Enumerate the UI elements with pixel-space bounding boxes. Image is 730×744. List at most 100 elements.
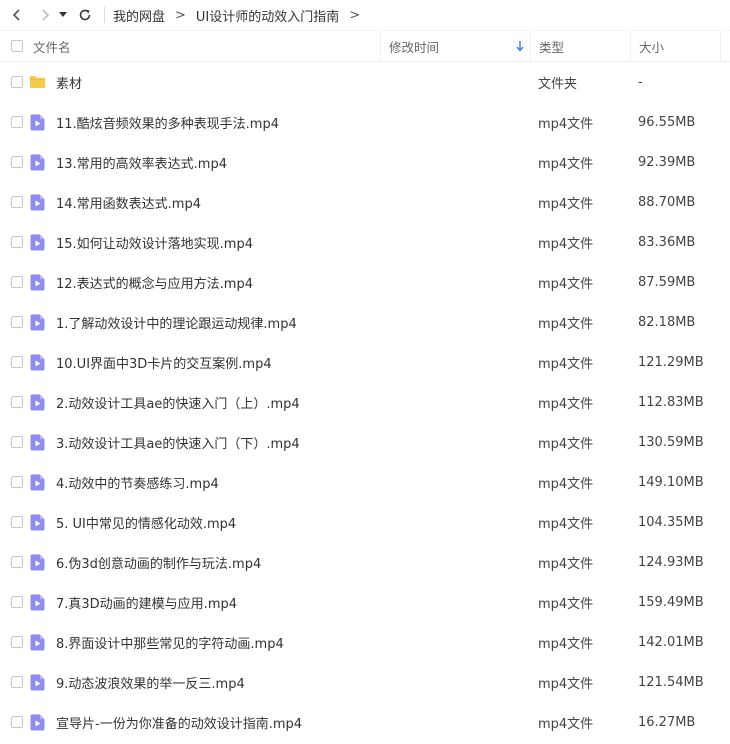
row-checkbox[interactable] [10, 636, 23, 648]
file-name-cell[interactable]: 13.常用的高效率表达式.mp4 [30, 153, 530, 172]
row-checkbox[interactable] [10, 236, 23, 248]
file-name-cell[interactable]: 素材 [29, 73, 530, 92]
file-row[interactable]: 素材 文件夹 - [0, 62, 730, 102]
breadcrumb: 我的网盘 > UI设计师的动效入门指南 > [113, 6, 360, 25]
file-name[interactable]: 11.酷炫音频效果的多种表现手法.mp4 [56, 113, 279, 132]
file-name[interactable]: 15.如何让动效设计落地实现.mp4 [56, 233, 253, 252]
refresh-button[interactable] [74, 4, 96, 26]
column-header-spacer [720, 31, 730, 61]
column-header-size[interactable]: 大小 [630, 31, 720, 61]
row-checkbox[interactable] [10, 596, 23, 608]
file-name-cell[interactable]: 14.常用函数表达式.mp4 [30, 193, 530, 212]
file-size: 159.49MB [638, 594, 704, 610]
file-size: 124.93MB [638, 554, 704, 570]
file-name-cell[interactable]: 2.动效设计工具ae的快速入门（上）.mp4 [30, 393, 530, 412]
file-name[interactable]: 6.伪3d创意动画的制作与玩法.mp4 [56, 553, 261, 572]
row-checkbox[interactable] [10, 716, 23, 728]
file-name[interactable]: 1.了解动效设计中的理论跟运动规律.mp4 [56, 313, 297, 332]
history-dropdown-button[interactable] [56, 4, 70, 26]
file-name[interactable]: 13.常用的高效率表达式.mp4 [56, 153, 227, 172]
file-name[interactable]: 2.动效设计工具ae的快速入门（上）.mp4 [56, 393, 300, 412]
column-header-name[interactable]: 文件名 [33, 37, 380, 56]
sort-down-arrow-icon [516, 41, 524, 52]
row-checkbox[interactable] [10, 356, 23, 368]
row-checkbox[interactable] [10, 476, 23, 488]
file-name[interactable]: 4.动效中的节奏感练习.mp4 [56, 473, 219, 492]
file-row[interactable]: 14.常用函数表达式.mp4 mp4文件 88.70MB [0, 182, 730, 222]
file-name-cell[interactable]: 15.如何让动效设计落地实现.mp4 [30, 233, 530, 252]
file-type: mp4文件 [538, 436, 594, 452]
file-name[interactable]: 素材 [56, 73, 82, 92]
file-name-cell[interactable]: 5. UI中常见的情感化动效.mp4 [30, 513, 530, 532]
file-size: 149.10MB [638, 474, 704, 490]
file-row[interactable]: 6.伪3d创意动画的制作与玩法.mp4 mp4文件 124.93MB [0, 542, 730, 582]
back-button[interactable] [6, 4, 28, 26]
file-size: 83.36MB [638, 234, 696, 250]
select-all-checkbox-wrap [0, 40, 33, 52]
row-checkbox[interactable] [10, 116, 23, 128]
file-size: 104.35MB [638, 514, 704, 530]
file-row[interactable]: 4.动效中的节奏感练习.mp4 mp4文件 149.10MB [0, 462, 730, 502]
file-row[interactable]: 2.动效设计工具ae的快速入门（上）.mp4 mp4文件 112.83MB [0, 382, 730, 422]
file-row[interactable]: 宣导片-一份为你准备的动效设计指南.mp4 mp4文件 16.27MB [0, 702, 730, 742]
file-size: 82.18MB [638, 314, 696, 330]
file-name[interactable]: 10.UI界面中3D卡片的交互案例.mp4 [56, 353, 272, 372]
file-type: mp4文件 [538, 276, 594, 292]
row-checkbox[interactable] [10, 316, 23, 328]
file-row[interactable]: 3.动效设计工具ae的快速入门（下）.mp4 mp4文件 130.59MB [0, 422, 730, 462]
file-row[interactable]: 7.真3D动画的建模与应用.mp4 mp4文件 159.49MB [0, 582, 730, 622]
file-name[interactable]: 14.常用函数表达式.mp4 [56, 193, 201, 212]
file-type: mp4文件 [538, 676, 594, 692]
file-size: 121.54MB [638, 674, 704, 690]
row-checkbox[interactable] [10, 276, 23, 288]
file-row[interactable]: 15.如何让动效设计落地实现.mp4 mp4文件 83.36MB [0, 222, 730, 262]
row-checkbox[interactable] [10, 556, 23, 568]
video-file-icon [29, 354, 46, 371]
breadcrumb-item-root[interactable]: 我的网盘 [113, 6, 165, 25]
file-name-cell[interactable]: 1.了解动效设计中的理论跟运动规律.mp4 [30, 313, 530, 332]
select-all-checkbox[interactable] [10, 40, 23, 52]
file-name[interactable]: 5. UI中常见的情感化动效.mp4 [56, 513, 236, 532]
file-row[interactable]: 11.酷炫音频效果的多种表现手法.mp4 mp4文件 96.55MB [0, 102, 730, 142]
file-name[interactable]: 8.界面设计中那些常见的字符动画.mp4 [56, 633, 284, 652]
file-name-cell[interactable]: 11.酷炫音频效果的多种表现手法.mp4 [30, 113, 530, 132]
file-name-cell[interactable]: 12.表达式的概念与应用方法.mp4 [30, 273, 530, 292]
forward-button[interactable] [34, 4, 56, 26]
file-type: mp4文件 [538, 396, 594, 412]
file-row[interactable]: 13.常用的高效率表达式.mp4 mp4文件 92.39MB [0, 142, 730, 182]
row-checkbox[interactable] [10, 676, 23, 688]
file-name-cell[interactable]: 4.动效中的节奏感练习.mp4 [30, 473, 530, 492]
row-checkbox[interactable] [10, 516, 23, 528]
file-row[interactable]: 9.动态波浪效果的举一反三.mp4 mp4文件 121.54MB [0, 662, 730, 702]
file-row[interactable]: 10.UI界面中3D卡片的交互案例.mp4 mp4文件 121.29MB [0, 342, 730, 382]
column-header-modified-time[interactable]: 修改时间 [380, 31, 530, 61]
file-name-cell[interactable]: 10.UI界面中3D卡片的交互案例.mp4 [30, 353, 530, 372]
file-list-header: 文件名 修改时间 类型 大小 [0, 30, 730, 62]
file-name-cell[interactable]: 3.动效设计工具ae的快速入门（下）.mp4 [30, 433, 530, 452]
file-name[interactable]: 9.动态波浪效果的举一反三.mp4 [56, 673, 245, 692]
file-size: 88.70MB [638, 194, 696, 210]
column-header-type[interactable]: 类型 [530, 31, 630, 61]
row-checkbox[interactable] [10, 396, 23, 408]
video-file-icon [29, 674, 46, 691]
file-list: 素材 文件夹 - 11.酷炫音频效果的多种表现手法.mp4 mp4文件 96.55MB 13… [0, 62, 730, 742]
breadcrumb-item-current[interactable]: UI设计师的动效入门指南 [196, 6, 339, 25]
row-checkbox[interactable] [10, 76, 23, 88]
file-row[interactable]: 12.表达式的概念与应用方法.mp4 mp4文件 87.59MB [0, 262, 730, 302]
row-checkbox[interactable] [10, 436, 23, 448]
row-checkbox[interactable] [10, 196, 23, 208]
file-row[interactable]: 1.了解动效设计中的理论跟运动规律.mp4 mp4文件 82.18MB [0, 302, 730, 342]
file-type: mp4文件 [538, 636, 594, 652]
file-name-cell[interactable]: 6.伪3d创意动画的制作与玩法.mp4 [30, 553, 530, 572]
file-name-cell[interactable]: 9.动态波浪效果的举一反三.mp4 [30, 673, 530, 692]
file-name-cell[interactable]: 8.界面设计中那些常见的字符动画.mp4 [30, 633, 530, 652]
file-name-cell[interactable]: 7.真3D动画的建模与应用.mp4 [30, 593, 530, 612]
file-name[interactable]: 3.动效设计工具ae的快速入门（下）.mp4 [56, 433, 300, 452]
row-checkbox[interactable] [10, 156, 23, 168]
file-row[interactable]: 8.界面设计中那些常见的字符动画.mp4 mp4文件 142.01MB [0, 622, 730, 662]
file-name-cell[interactable]: 宣导片-一份为你准备的动效设计指南.mp4 [30, 713, 530, 732]
file-row[interactable]: 5. UI中常见的情感化动效.mp4 mp4文件 104.35MB [0, 502, 730, 542]
file-name[interactable]: 宣导片-一份为你准备的动效设计指南.mp4 [56, 713, 302, 732]
file-name[interactable]: 12.表达式的概念与应用方法.mp4 [56, 273, 253, 292]
file-name[interactable]: 7.真3D动画的建模与应用.mp4 [56, 593, 237, 612]
